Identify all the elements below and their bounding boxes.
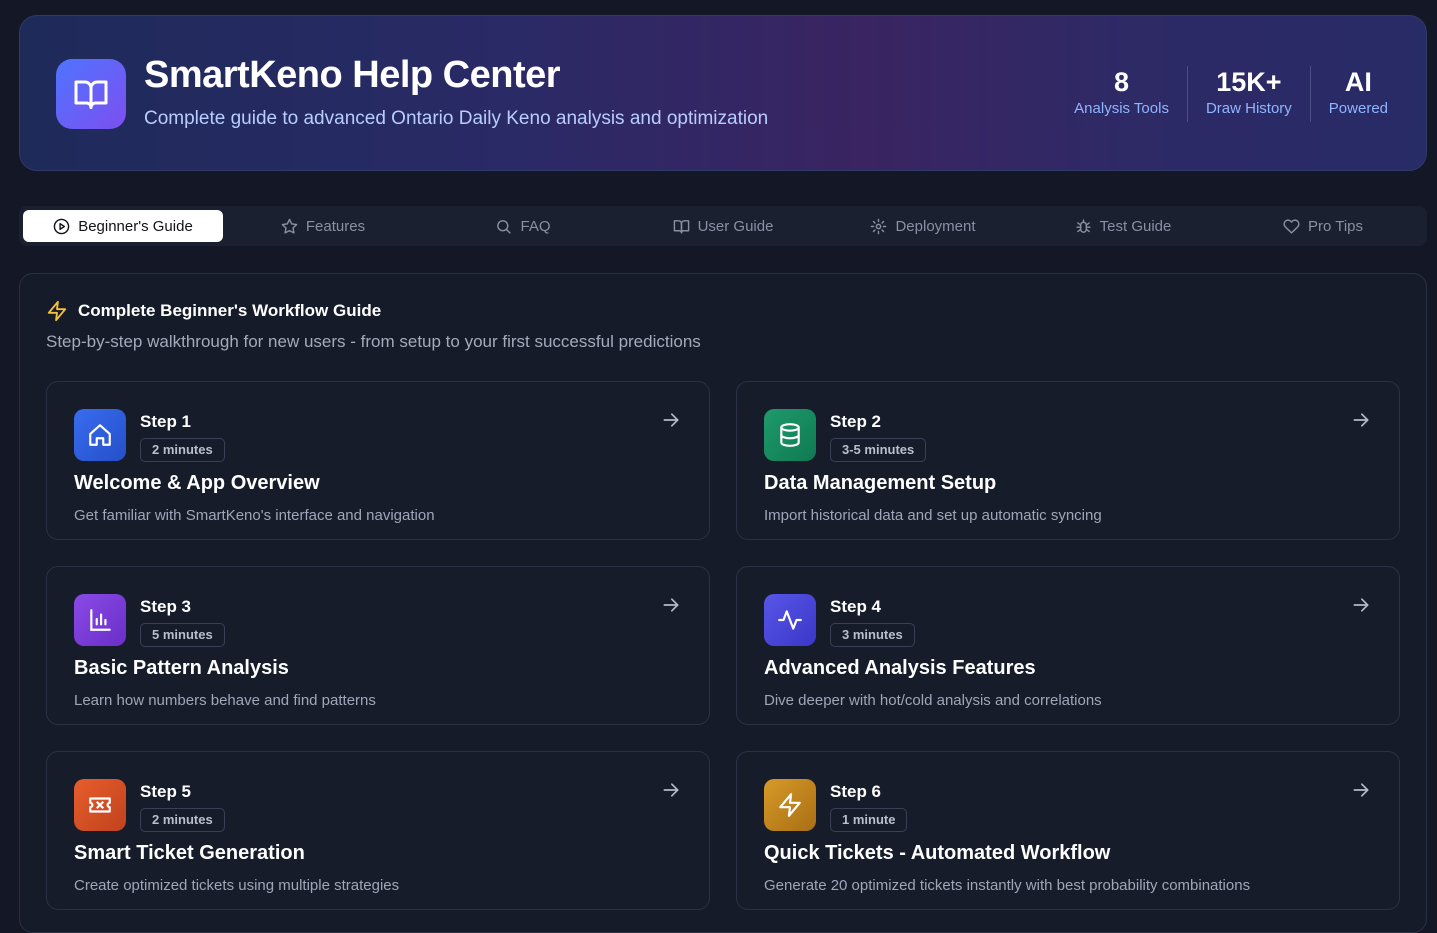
arrow-right-icon (1353, 413, 1369, 427)
step-description: Create optimized tickets using multiple … (74, 877, 400, 894)
step-title: Data Management Setup (764, 472, 997, 494)
stat-label: Analysis Tools (1074, 100, 1169, 117)
duration-badge: 2 minutes (140, 808, 225, 832)
step-card-6[interactable]: Step 6 1 minute Quick Tickets - Automate… (736, 751, 1400, 910)
tab-features[interactable]: Features (223, 210, 423, 242)
step-number: Step 3 (140, 597, 192, 616)
step-description: Dive deeper with hot/cold analysis and c… (764, 692, 1102, 709)
arrow-right-icon (663, 783, 679, 797)
step-title: Smart Ticket Generation (74, 842, 305, 864)
stat-draw-history: 15K+ Draw History (1186, 66, 1310, 122)
tab-label: Pro Tips (1307, 217, 1364, 235)
home-icon (74, 409, 126, 461)
lightning-icon (47, 300, 67, 322)
section-title: Complete Beginner's Workflow Guide (46, 300, 381, 322)
ticket-icon (74, 779, 126, 831)
step-card-5[interactable]: Step 5 2 minutes Smart Ticket Generation… (46, 751, 710, 910)
stat-ai-powered: AI Powered (1309, 66, 1406, 122)
tab-beginners-guide[interactable]: Beginner's Guide (23, 210, 223, 242)
arrow-right-icon (663, 413, 679, 427)
tab-pro-tips[interactable]: Pro Tips (1223, 210, 1423, 242)
step-number: Step 5 (140, 782, 192, 801)
database-icon (764, 409, 816, 461)
duration-badge: 1 minute (830, 808, 908, 832)
step-number: Step 4 (830, 597, 882, 616)
arrow-right-icon (663, 598, 679, 612)
play-circle-icon (53, 218, 70, 234)
page-title: SmartKeno Help Center (144, 54, 561, 96)
tab-user-guide[interactable]: User Guide (623, 210, 823, 242)
arrow-right-icon (1353, 783, 1369, 797)
stat-value: 8 (1114, 67, 1130, 97)
heart-icon (1283, 218, 1300, 234)
tab-label: Beginner's Guide (78, 217, 193, 235)
step-title: Quick Tickets - Automated Workflow (764, 842, 1111, 864)
section-title-text: Complete Beginner's Workflow Guide (78, 301, 382, 320)
step-number: Step 6 (830, 782, 882, 801)
tab-test-guide[interactable]: Test Guide (1023, 210, 1223, 242)
step-description: Learn how numbers behave and find patter… (74, 692, 376, 709)
tab-label: Deployment (895, 217, 976, 235)
bar-chart-icon (74, 594, 126, 646)
tab-label: Test Guide (1099, 217, 1172, 235)
tab-label: User Guide (697, 217, 774, 235)
tab-faq[interactable]: FAQ (423, 210, 623, 242)
step-card-4[interactable]: Step 4 3 minutes Advanced Analysis Featu… (736, 566, 1400, 725)
step-title: Basic Pattern Analysis (74, 657, 289, 679)
help-tabs: Beginner's Guide Features FAQ User Guide… (19, 206, 1427, 246)
step-title: Welcome & App Overview (74, 472, 320, 494)
step-number: Step 1 (140, 412, 192, 431)
stat-value: AI (1344, 67, 1372, 97)
book-icon (673, 219, 689, 234)
duration-badge: 5 minutes (140, 623, 225, 647)
stat-label: Draw History (1205, 100, 1292, 117)
search-icon (497, 219, 512, 234)
stat-value: 15K+ (1216, 67, 1282, 97)
stat-label: Powered (1328, 100, 1388, 117)
tab-label: Features (305, 217, 366, 235)
gear-icon (871, 218, 887, 234)
step-card-3[interactable]: Step 3 5 minutes Basic Pattern Analysis … (46, 566, 710, 725)
bug-icon (1076, 218, 1091, 233)
step-description: Generate 20 optimized tickets instantly … (764, 877, 1251, 894)
duration-badge: 3-5 minutes (830, 438, 927, 462)
star-icon (281, 218, 298, 234)
section-subtitle: Step-by-step walkthrough for new users -… (46, 332, 701, 351)
tab-deployment[interactable]: Deployment (823, 210, 1023, 242)
arrow-right-icon (1353, 598, 1369, 612)
stat-analysis-tools: 8 Analysis Tools (1056, 66, 1187, 122)
lightning-icon (764, 779, 816, 831)
stats-group: 8 Analysis Tools 15K+ Draw History AI Po… (1056, 66, 1406, 122)
step-card-2[interactable]: Step 2 3-5 minutes Data Management Setup… (736, 381, 1400, 540)
book-open-icon (56, 59, 126, 129)
step-number: Step 2 (830, 412, 882, 431)
activity-icon (764, 594, 816, 646)
duration-badge: 3 minutes (830, 623, 915, 647)
step-title: Advanced Analysis Features (764, 657, 1036, 679)
tab-label: FAQ (520, 217, 551, 235)
beginners-guide-panel: Complete Beginner's Workflow Guide Step-… (19, 273, 1427, 933)
duration-badge: 2 minutes (140, 438, 225, 462)
help-center-header: SmartKeno Help Center Complete guide to … (19, 15, 1427, 171)
page-subtitle: Complete guide to advanced Ontario Daily… (144, 108, 769, 129)
step-description: Get familiar with SmartKeno's interface … (74, 507, 435, 524)
step-card-1[interactable]: Step 1 2 minutes Welcome & App Overview … (46, 381, 710, 540)
step-description: Import historical data and set up automa… (764, 507, 1102, 524)
